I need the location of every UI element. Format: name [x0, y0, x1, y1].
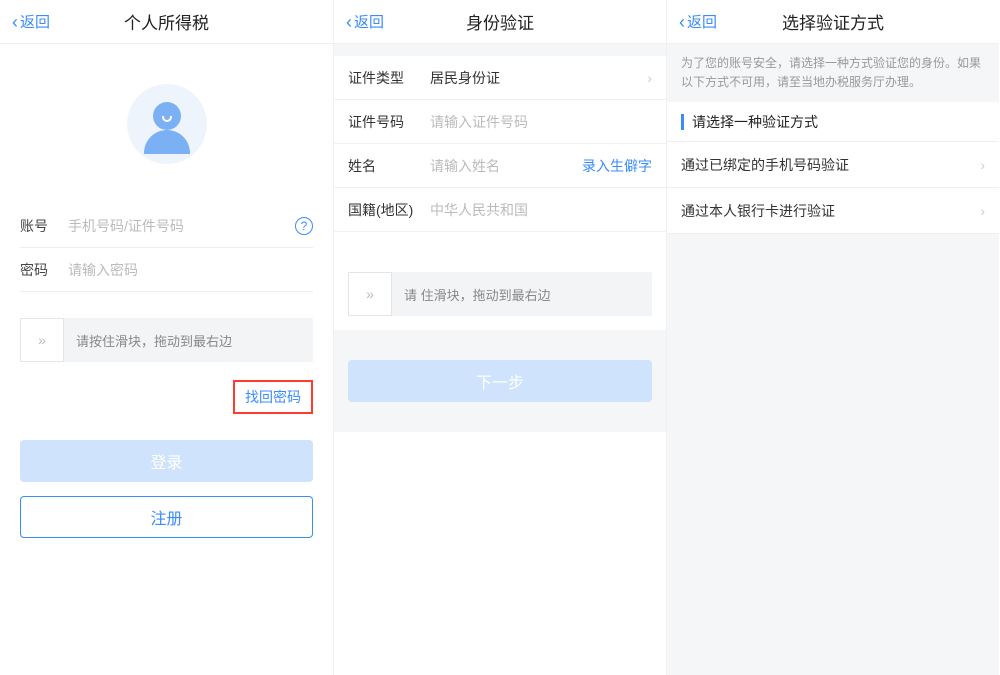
- topbar: ‹ 返回 个人所得税: [0, 0, 333, 44]
- avatar-wrap: [20, 44, 313, 204]
- name-label: 姓名: [348, 156, 430, 176]
- help-icon[interactable]: ?: [295, 217, 313, 235]
- chevron-left-icon: ‹: [346, 13, 352, 31]
- back-button[interactable]: ‹ 返回: [346, 11, 384, 32]
- section-header: 请选择一种验证方式: [667, 102, 999, 142]
- section-title: 请选择一种验证方式: [692, 112, 818, 132]
- back-label: 返回: [354, 11, 384, 32]
- next-button[interactable]: 下一步: [348, 360, 652, 402]
- register-button[interactable]: 注册: [20, 496, 313, 538]
- name-row[interactable]: 姓名 请输入姓名 录入生僻字: [334, 144, 666, 188]
- slider-hint: 请按住滑块，拖动到最右边: [64, 331, 313, 350]
- chevron-right-icon: ›: [980, 157, 985, 173]
- chevron-left-icon: ‹: [679, 13, 685, 31]
- rare-char-link[interactable]: 录入生僻字: [582, 156, 652, 176]
- nation-label: 国籍(地区): [348, 200, 430, 220]
- back-button[interactable]: ‹ 返回: [12, 11, 50, 32]
- nation-row[interactable]: 国籍(地区) 中华人民共和国: [334, 188, 666, 232]
- verify-by-bankcard[interactable]: 通过本人银行卡进行验证 ›: [667, 188, 999, 234]
- option-label: 通过已绑定的手机号码验证: [681, 155, 980, 175]
- screen-verify-method: ‹ 返回 选择验证方式 为了您的账号安全，请选择一种方式验证您的身份。如果以下方…: [666, 0, 999, 675]
- doc-no-row[interactable]: 证件号码 请输入证件号码: [334, 100, 666, 144]
- login-button[interactable]: 登录: [20, 440, 313, 482]
- account-row[interactable]: 账号 手机号码/证件号码 ?: [20, 204, 313, 248]
- chevron-right-icon: ›: [647, 70, 652, 86]
- account-label: 账号: [20, 216, 68, 236]
- avatar-icon: [127, 84, 207, 164]
- back-label: 返回: [20, 11, 50, 32]
- screen-identity: ‹ 返回 身份验证 证件类型 居民身份证 › 证件号码 请输入证件号码 姓名 请…: [333, 0, 666, 675]
- captcha-slider[interactable]: » 请 住滑块，拖动到最右边: [348, 272, 652, 316]
- topbar: ‹ 返回 身份验证: [334, 0, 666, 44]
- password-label: 密码: [20, 260, 68, 280]
- name-input[interactable]: 请输入姓名: [430, 156, 582, 176]
- doc-type-row[interactable]: 证件类型 居民身份证 ›: [334, 56, 666, 100]
- screen-login: ‹ 返回 个人所得税 账号 手机号码/证件号码 ? 密码 请输入密码 » 请按住…: [0, 0, 333, 675]
- doc-type-value: 居民身份证: [430, 68, 641, 88]
- nation-value: 中华人民共和国: [430, 200, 652, 220]
- doc-no-input[interactable]: 请输入证件号码: [430, 112, 652, 132]
- section-bar-icon: [681, 114, 684, 130]
- forgot-password-link[interactable]: 找回密码: [233, 380, 313, 414]
- verify-by-phone[interactable]: 通过已绑定的手机号码验证 ›: [667, 142, 999, 188]
- slider-hint: 请 住滑块，拖动到最右边: [392, 285, 652, 304]
- password-input[interactable]: 请输入密码: [68, 260, 313, 280]
- topbar: ‹ 返回 选择验证方式: [667, 0, 999, 44]
- account-input[interactable]: 手机号码/证件号码: [68, 216, 295, 236]
- slider-handle[interactable]: »: [20, 318, 64, 362]
- doc-no-label: 证件号码: [348, 112, 430, 132]
- security-hint: 为了您的账号安全，请选择一种方式验证您的身份。如果以下方式不可用，请至当地办税服…: [667, 44, 999, 102]
- captcha-slider[interactable]: » 请按住滑块，拖动到最右边: [20, 318, 313, 362]
- back-label: 返回: [687, 11, 717, 32]
- doc-type-label: 证件类型: [348, 68, 430, 88]
- option-label: 通过本人银行卡进行验证: [681, 201, 980, 221]
- password-row[interactable]: 密码 请输入密码: [20, 248, 313, 292]
- back-button[interactable]: ‹ 返回: [679, 11, 717, 32]
- chevron-right-icon: ›: [980, 203, 985, 219]
- slider-handle[interactable]: »: [348, 272, 392, 316]
- chevron-left-icon: ‹: [12, 13, 18, 31]
